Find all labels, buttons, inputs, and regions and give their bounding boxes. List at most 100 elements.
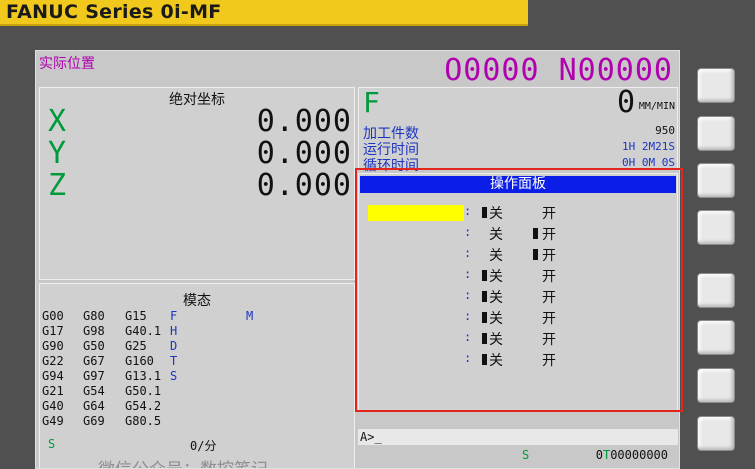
switch-on-label[interactable]: 开 <box>542 308 556 328</box>
axis-name: X <box>48 104 67 139</box>
g-code: G22 <box>42 354 64 368</box>
g-code: G69 <box>83 414 105 428</box>
switch-on-label[interactable]: 开 <box>542 287 556 307</box>
switch-indicator <box>482 312 487 323</box>
g-code: G25 <box>125 339 147 353</box>
feed-rate-per-minute: 0/分 <box>190 439 217 453</box>
status-tool-prefix: 0 <box>595 448 603 462</box>
g-code: G13.1 <box>125 369 162 383</box>
softkey-1[interactable] <box>697 68 735 103</box>
modal-title: 模态 <box>183 293 211 309</box>
program-number: O0000 N00000 <box>444 53 673 88</box>
softkey-8[interactable] <box>697 416 735 451</box>
command-input-line[interactable]: A>_ <box>358 429 678 445</box>
modal-letter-f: F <box>170 309 178 323</box>
g-code: G50 <box>83 339 105 353</box>
operator-switch-row[interactable]: : 关 开 <box>359 287 677 307</box>
axis-row-y: Y 0.000 <box>40 136 354 172</box>
g-code: G49 <box>42 414 64 428</box>
switch-off-label[interactable]: 关 <box>489 308 503 328</box>
info-value: 950 <box>655 124 675 137</box>
row-colon: : <box>464 351 472 365</box>
switch-off-label[interactable]: 关 <box>489 245 503 265</box>
operator-panel: 操作面板 : 关 开 : 关 开 : 关 开 : 关 开 : 关 开: 关 开… <box>358 173 678 411</box>
g-code: G50.1 <box>125 384 162 398</box>
g-code: G54.2 <box>125 399 162 413</box>
switch-on-label[interactable]: 开 <box>542 266 556 286</box>
softkey-7[interactable] <box>697 368 735 403</box>
feed-panel: F 0 MM/MIN 加工件数 950 运行时间 1H 2M21S 循环时间 0… <box>358 85 678 174</box>
g-code: G21 <box>42 384 64 398</box>
softkey-6[interactable] <box>697 320 735 355</box>
g-code: G97 <box>83 369 105 383</box>
operator-switch-row[interactable]: : 关 开 <box>359 224 677 244</box>
info-row-cycle-time: 循环时间 0H 0M 0S <box>363 155 675 174</box>
watermark-text: 微信公众号：数控笔记 <box>98 455 268 468</box>
switch-off-label[interactable]: 关 <box>489 266 503 286</box>
row-colon: : <box>464 204 472 218</box>
switch-off-label[interactable]: 关 <box>489 287 503 307</box>
switch-off-label[interactable]: 关 <box>489 329 503 349</box>
switch-indicator <box>533 249 538 260</box>
switch-off-label[interactable]: 关 <box>489 203 503 223</box>
switch-indicator <box>482 354 487 365</box>
status-tool-value: 00000000 <box>610 448 668 462</box>
info-row-run-time: 运行时间 1H 2M21S <box>363 139 675 158</box>
axis-name: Z <box>48 168 67 203</box>
switch-indicator <box>482 291 487 302</box>
g-code: G98 <box>83 324 105 338</box>
softkey-3[interactable] <box>697 163 735 198</box>
switch-on-label[interactable]: 开 <box>542 245 556 265</box>
spindle-label: S <box>48 437 56 451</box>
g-code: G40.1 <box>125 324 162 338</box>
softkey-2[interactable] <box>697 116 735 151</box>
modal-letter-d: D <box>170 339 178 353</box>
modal-panel: 模态 G00 G80 G15 G17 G98 G40.1 G90 G50 G25… <box>39 283 355 468</box>
g-code: G80 <box>83 309 105 323</box>
operator-panel-title: 操作面板 <box>360 176 676 193</box>
modal-letter-h: H <box>170 324 178 338</box>
axis-value: 0.000 <box>256 136 352 171</box>
info-row-part-count: 加工件数 950 <box>363 123 675 142</box>
softkey-5[interactable] <box>697 273 735 308</box>
brand-plate: FANUC Series 0i-MF <box>0 0 528 26</box>
switch-indicator <box>482 207 487 218</box>
g-code: G64 <box>83 399 105 413</box>
screen-title: 实际位置 <box>39 56 95 72</box>
status-spindle: S <box>522 448 530 462</box>
row-colon: : <box>464 288 472 302</box>
softkey-4[interactable] <box>697 210 735 245</box>
feed-unit: MM/MIN <box>638 101 675 112</box>
modal-letter-t: T <box>170 354 178 368</box>
switch-on-label[interactable]: 开 <box>542 329 556 349</box>
switch-on-label[interactable]: 开 <box>542 203 556 223</box>
operator-switch-row[interactable]: : 关 开 <box>359 308 677 328</box>
operator-switch-row[interactable]: : 关 开 <box>359 350 677 370</box>
axis-row-z: Z 0.000 <box>40 168 354 204</box>
switch-indicator <box>482 270 487 281</box>
switch-on-label[interactable]: 开 <box>542 350 556 370</box>
info-value: 0H 0M 0S <box>622 156 675 169</box>
row-colon: : <box>464 309 472 323</box>
operator-switch-row[interactable]: : 关 开 <box>359 203 677 223</box>
switch-off-label[interactable]: 关 <box>489 224 503 244</box>
axis-name: Y <box>48 136 67 171</box>
g-code: G00 <box>42 309 64 323</box>
switch-indicator <box>482 333 487 344</box>
g-code: G15 <box>125 309 147 323</box>
status-tool: 0T00000000 <box>596 448 668 462</box>
g-code: G54 <box>83 384 105 398</box>
axis-value: 0.000 <box>256 104 352 139</box>
g-code: G90 <box>42 339 64 353</box>
g-code: G160 <box>125 354 154 368</box>
operator-switch-row[interactable]: : 关 开 <box>359 245 677 265</box>
row-colon: : <box>464 267 472 281</box>
switch-off-label[interactable]: 关 <box>489 350 503 370</box>
operator-switch-row[interactable]: : 关 开 <box>359 266 677 286</box>
operator-switch-row[interactable]: : 关 开 <box>359 329 677 349</box>
g-code: G40 <box>42 399 64 413</box>
switch-on-label[interactable]: 开 <box>542 224 556 244</box>
g-code: G80.5 <box>125 414 162 428</box>
brand-logo-text: FANUC Series 0i-MF <box>6 1 222 23</box>
g-code: G17 <box>42 324 64 338</box>
